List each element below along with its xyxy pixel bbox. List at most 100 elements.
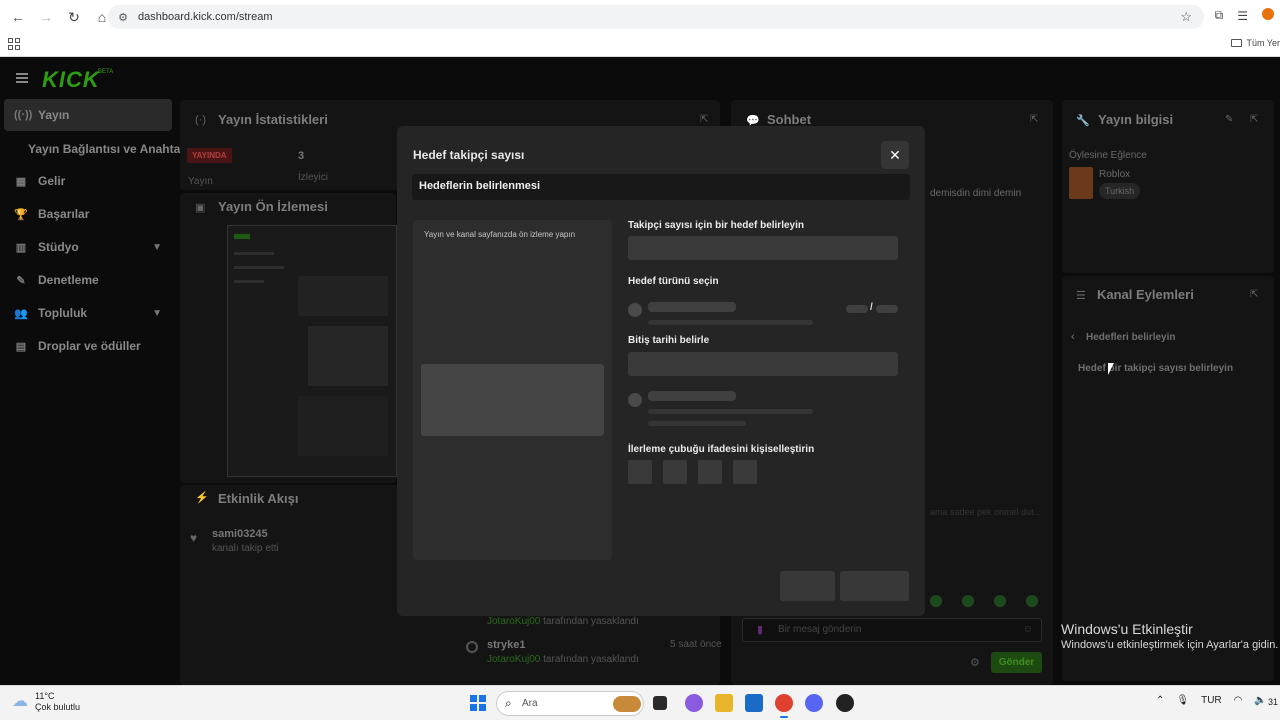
site-settings-icon[interactable]: ⚙	[112, 11, 134, 24]
end-date-label: Bitiş tarihi belirle	[628, 335, 710, 346]
taskbar: ☁ 11°C Çok bulutlu ⌕ Ara ⌃ 🎙 TUR ◠ 🔈 31	[0, 685, 1280, 720]
banned-username[interactable]: stryke1	[487, 639, 526, 651]
popout-icon[interactable]: ⇱	[1250, 289, 1258, 300]
wifi-icon[interactable]: ◠	[1234, 695, 1243, 706]
modal-title: Hedef takipçi sayısı	[413, 148, 525, 162]
popout-icon[interactable]: ⇱	[700, 114, 708, 125]
next-button[interactable]	[840, 571, 909, 601]
follower-goal-action[interactable]: Hedef bir takipçi sayısı belirleyin	[1078, 363, 1233, 374]
emote-icon[interactable]	[1026, 595, 1038, 607]
sidebar-item-label: Topluluk	[38, 306, 88, 320]
loading-skeleton	[648, 421, 746, 426]
menu-icon[interactable]: ☰	[1237, 9, 1248, 23]
sidebar-item-studio[interactable]: ▥ Stüdyo ▼	[4, 231, 172, 263]
sidebar-item-stream[interactable]: ((·)) Yayın	[4, 99, 172, 131]
chevron-up-icon[interactable]: ⌃	[1156, 695, 1164, 706]
sidebar-item-label: Yayın	[38, 108, 70, 122]
weather-icon[interactable]: ☁	[12, 691, 28, 711]
profile-avatar[interactable]	[1262, 8, 1274, 23]
wrench-icon: 🔧	[1076, 115, 1090, 127]
popout-icon[interactable]: ⇱	[1030, 114, 1038, 125]
search-highlight-image	[613, 696, 641, 712]
sidebar-item-moderation[interactable]: ✎ Denetleme	[4, 264, 172, 296]
taskbar-search[interactable]: ⌕ Ara	[496, 691, 644, 716]
copilot-icon[interactable]	[685, 694, 703, 712]
apps-grid-icon[interactable]	[8, 38, 20, 50]
weather-temp: 11°C	[35, 691, 55, 701]
stream-info-title: Yayın bilgisi	[1098, 112, 1174, 127]
all-bookmarks-label: Tüm Yer	[1246, 38, 1280, 48]
sidebar-item-stream-key[interactable]: Yayın Bağlantısı ve Anahtarı	[28, 142, 188, 156]
progress-option[interactable]	[628, 460, 652, 484]
chevron-left-icon[interactable]: ‹	[1071, 331, 1075, 343]
bookmark-star-icon[interactable]: ☆	[1180, 9, 1192, 25]
windows-start-icon[interactable]	[470, 695, 486, 711]
emote-icon[interactable]	[962, 595, 974, 607]
loading-skeleton	[648, 302, 736, 312]
address-bar[interactable]: ⚙ dashboard.kick.com/stream ☆	[108, 5, 1204, 29]
url-text[interactable]: dashboard.kick.com/stream	[138, 11, 273, 23]
loading-skeleton	[648, 391, 736, 401]
task-view-icon[interactable]	[653, 696, 667, 710]
trophy-icon: 🏆	[14, 208, 28, 221]
follow-username[interactable]: sami03245	[212, 528, 268, 540]
store-icon[interactable]	[745, 694, 763, 712]
edit-icon[interactable]: ✎	[1225, 114, 1233, 125]
follower-goal-input[interactable]	[628, 236, 898, 260]
language-tag: Turkish	[1099, 183, 1141, 199]
preview-icon: ▣	[195, 202, 206, 214]
back-button[interactable]	[780, 571, 835, 601]
preview-line	[234, 266, 284, 269]
send-button[interactable]: Gönder	[991, 652, 1042, 673]
reload-icon[interactable]: ↻	[62, 5, 86, 29]
microphone-icon[interactable]: 🎙	[1176, 695, 1189, 706]
end-date-input[interactable]	[628, 352, 898, 376]
emote-icon[interactable]	[930, 595, 942, 607]
stream-preview-title: Yayın Ön İzlemesi	[218, 199, 328, 214]
ban-time: 5 saat önce	[670, 639, 722, 650]
search-icon: ⌕	[505, 696, 512, 710]
discord-icon[interactable]	[805, 694, 823, 712]
browser-toolbar: ← → ↻ ⌂ ⚙ dashboard.kick.com/stream ☆ ⧉ …	[0, 0, 1280, 34]
preview-block	[308, 326, 388, 386]
sidebar-item-revenue[interactable]: ▦ Gelir	[4, 165, 172, 197]
emote-bar	[930, 595, 1038, 607]
emote-icon[interactable]	[994, 595, 1006, 607]
clock[interactable]: 31	[1268, 697, 1278, 707]
file-explorer-icon[interactable]	[715, 694, 733, 712]
sidebar-item-community[interactable]: 👥 Topluluk ▼	[4, 297, 172, 329]
popout-icon[interactable]: ⇱	[1250, 114, 1258, 125]
forward-icon[interactable]: →	[34, 5, 58, 29]
app-icon[interactable]	[836, 694, 854, 712]
sidebar-item-achievements[interactable]: 🏆 Başarılar	[4, 198, 172, 230]
extensions-icon[interactable]: ⧉	[1215, 8, 1224, 23]
chevron-down-icon: ▼	[152, 307, 162, 319]
close-button[interactable]: ✕	[881, 141, 909, 169]
step-header: Hedeflerin belirlenmesi	[412, 174, 910, 200]
progress-option[interactable]	[698, 460, 722, 484]
chrome-icon[interactable]	[775, 694, 793, 718]
end-date-radio[interactable]	[628, 393, 642, 407]
progress-option[interactable]	[663, 460, 687, 484]
chat-settings-icon[interactable]: ⚙	[970, 656, 980, 669]
language-indicator[interactable]: TUR	[1201, 695, 1222, 706]
all-bookmarks-button[interactable]: Tüm Yer	[1231, 38, 1280, 48]
goal-type-radio[interactable]	[628, 303, 642, 317]
sidebar-item-label: Başarılar	[38, 207, 90, 221]
hamburger-icon[interactable]	[16, 73, 28, 83]
ban-entry-1: JotaroKuj00 tarafından yasaklandı	[487, 616, 639, 627]
screen: ← → ↻ ⌂ ⚙ dashboard.kick.com/stream ☆ ⧉ …	[0, 0, 1280, 720]
back-to-goals-link[interactable]: Hedefleri belirleyin	[1086, 332, 1175, 343]
chevron-down-icon: ▼	[152, 241, 162, 253]
emoji-icon[interactable]: ☺	[1023, 624, 1033, 635]
weather-widget[interactable]: 11°C Çok bulutlu	[35, 691, 80, 713]
back-icon[interactable]: ←	[6, 5, 30, 29]
channel-actions-title: Kanal Eylemleri	[1097, 287, 1194, 302]
progress-option[interactable]	[733, 460, 757, 484]
chat-input[interactable]: ▮ Bir mesaj gönderin ☺	[742, 618, 1042, 642]
kick-logo[interactable]: KICK	[42, 67, 100, 93]
activation-title: Windows'u Etkinleştir	[1061, 621, 1193, 637]
category-label: Roblox	[1099, 169, 1131, 180]
sidebar-item-drops[interactable]: ▤ Droplar ve ödüller	[4, 330, 172, 362]
volume-icon[interactable]: 🔈	[1254, 695, 1266, 706]
